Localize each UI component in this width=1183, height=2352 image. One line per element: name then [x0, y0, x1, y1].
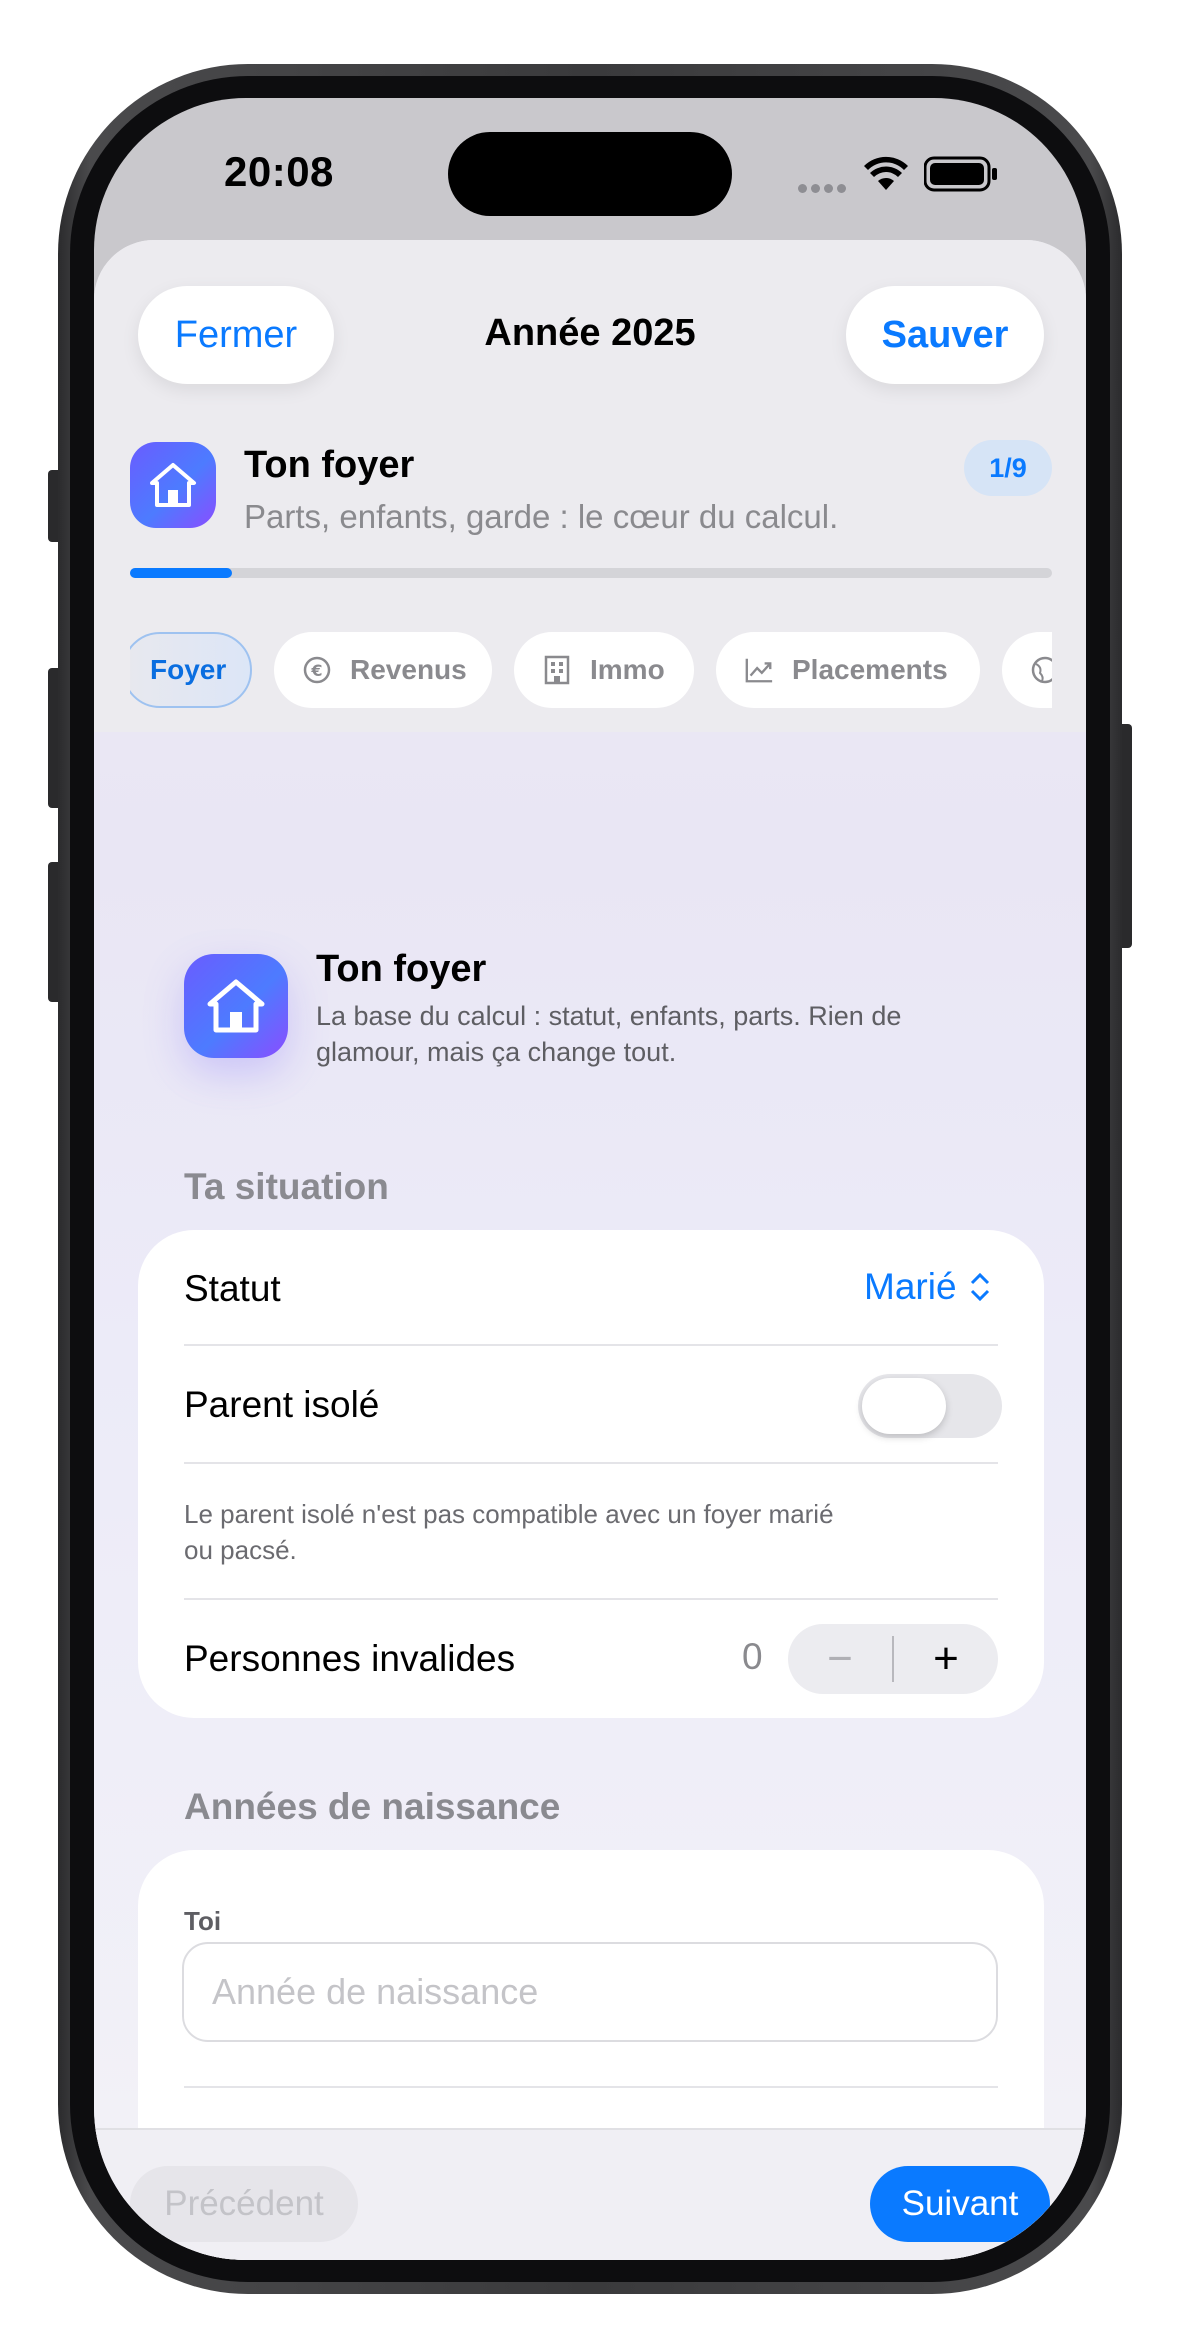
battery-icon: [924, 156, 997, 192]
tab-international[interactable]: [1002, 632, 1052, 708]
cellular-signal-icon: [798, 180, 850, 193]
tab-label: Foyer: [150, 654, 227, 685]
previous-button[interactable]: Précédent: [130, 2166, 358, 2242]
parent-isole-label: Parent isolé: [184, 1384, 380, 1425]
invalides-value: 0: [742, 1636, 763, 1677]
invalides-stepper: − +: [788, 1624, 998, 1694]
parent-isole-note-line1: Le parent isolé n'est pas compatible ave…: [184, 1499, 834, 1529]
intro-text-line2: glamour, mais ça change tout.: [316, 1037, 677, 1067]
intro-icon: [184, 954, 288, 1058]
bottom-toolbar: Précédent Suivant: [94, 2128, 1086, 2260]
house-icon: [207, 979, 265, 1033]
tab-label: Placements: [792, 654, 948, 685]
intro-text-line1: La base du calcul : statut, enfants, par…: [316, 1001, 902, 1031]
birth-year-input[interactable]: Année de naissance: [182, 1942, 998, 2042]
row-separator: [184, 2086, 998, 2088]
tab-strip: Foyer € Revenus Immo Placements: [130, 240, 1052, 732]
section-label-naissance: Années de naissance: [184, 1786, 561, 1827]
tab-foyer[interactable]: Foyer: [130, 632, 252, 708]
statut-value: Marié: [864, 1266, 957, 1307]
row-separator: [184, 1462, 998, 1464]
globe-icon: [1030, 655, 1052, 685]
section-label-situation: Ta situation: [184, 1166, 389, 1207]
intro-title: Ton foyer: [316, 948, 487, 990]
tab-label: Immo: [590, 654, 665, 685]
row-separator: [184, 1598, 998, 1600]
status-time: 20:08: [224, 148, 334, 195]
parent-isole-note-line2: ou pacsé.: [184, 1535, 297, 1565]
row-separator: [184, 1344, 998, 1346]
statut-picker[interactable]: Marié: [864, 1266, 991, 1308]
chevron-up-down-icon: [970, 1272, 989, 1302]
sheet: Fermer Année 2025 Sauver Ton foyer Parts…: [94, 240, 1086, 2260]
statut-label: Statut: [184, 1268, 281, 1309]
decrement-button[interactable]: −: [788, 1624, 892, 1694]
toggle-knob: [862, 1378, 946, 1434]
svg-text:€: €: [310, 661, 322, 680]
dynamic-island: [448, 132, 732, 216]
building-icon: [542, 655, 572, 685]
increment-button[interactable]: +: [894, 1624, 998, 1694]
invalides-label: Personnes invalides: [184, 1638, 516, 1679]
parent-isole-toggle[interactable]: [858, 1374, 1002, 1438]
toi-label: Toi: [184, 1906, 222, 1936]
phone-screen: 20:08 Fermer Année 2025 Sauver Ton foyer…: [94, 98, 1086, 2260]
tab-immo[interactable]: Immo: [514, 632, 694, 708]
sheet-header: Fermer Année 2025 Sauver Ton foyer Parts…: [94, 240, 1086, 732]
wifi-icon: [864, 156, 908, 190]
situation-card: Statut Marié Parent isolé Le parent isol…: [138, 1230, 1044, 1718]
tab-revenus[interactable]: € Revenus: [274, 632, 492, 708]
next-button[interactable]: Suivant: [870, 2166, 1050, 2242]
euro-icon: €: [302, 655, 332, 685]
tab-label: Revenus: [350, 654, 467, 685]
tab-placements[interactable]: Placements: [716, 632, 980, 708]
chart-icon: [744, 655, 774, 685]
